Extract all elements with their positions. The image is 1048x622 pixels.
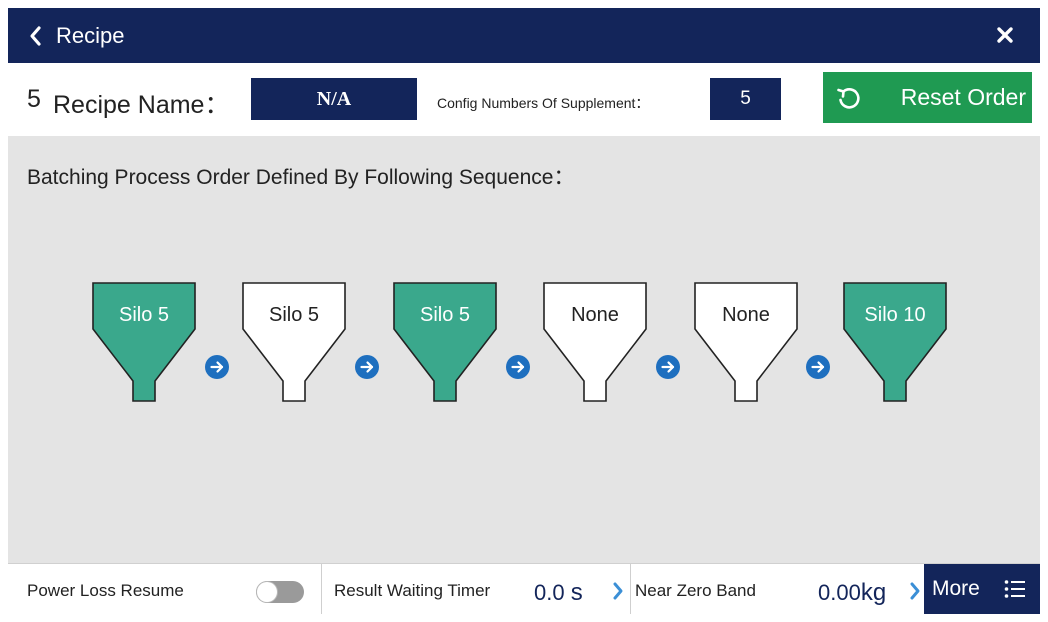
reset-order-button[interactable]: Reset Order [823, 72, 1032, 123]
arrow-right-circle-icon [205, 355, 229, 379]
power-loss-toggle[interactable] [256, 581, 304, 603]
silo-slot-3[interactable]: Silo 5 [393, 282, 497, 402]
silo-label: Silo 10 [864, 304, 926, 326]
near-zero-label: Near Zero Band [635, 581, 756, 600]
silo-label: Silo 5 [268, 304, 320, 326]
divider [321, 564, 322, 614]
arrow-right-circle-icon [656, 355, 680, 379]
silo-slot-4[interactable]: None [543, 282, 647, 402]
near-zero-unit: kg [860, 579, 887, 606]
silo-slot-6[interactable]: Silo 10 [843, 282, 947, 402]
reset-icon [835, 84, 863, 117]
near-zero-number: 0.00 [818, 580, 861, 605]
toggle-knob [257, 582, 277, 602]
list-icon [1004, 579, 1026, 604]
divider [630, 564, 631, 614]
chevron-right-icon[interactable] [612, 581, 624, 601]
back-button[interactable]: Recipe [8, 8, 124, 63]
silo-slot-5[interactable]: None [694, 282, 798, 402]
reset-order-label: Reset Order [900, 84, 1026, 110]
page-title: Recipe [56, 22, 125, 48]
config-supplement-field[interactable]: 5 [710, 78, 781, 120]
result-timer-number: 0.0 [534, 580, 565, 605]
result-timer-value[interactable]: 0.0 s [534, 579, 583, 607]
recipe-name-label: Recipe Name： [53, 91, 230, 119]
silo-slot-2[interactable]: Silo 5 [242, 282, 346, 402]
more-button[interactable]: More [924, 564, 1040, 614]
result-timer-unit: s [570, 579, 583, 606]
section-title: Batching Process Order Defined By Follow… [27, 166, 575, 189]
recipe-name-field[interactable]: N/A [251, 78, 417, 120]
close-icon[interactable] [992, 22, 1018, 48]
more-label: More [932, 577, 980, 600]
sequence-panel: Batching Process Order Defined By Follow… [8, 136, 1040, 563]
recipe-screen: Recipe 5 Recipe Name： N/A Config Numbers… [8, 8, 1040, 614]
chevron-right-icon[interactable] [909, 581, 921, 601]
near-zero-value[interactable]: 0.00kg [818, 579, 886, 607]
chevron-left-icon [28, 25, 42, 47]
arrow-right-circle-icon [806, 355, 830, 379]
power-loss-label: Power Loss Resume [27, 581, 184, 600]
result-timer-label: Result Waiting Timer [334, 581, 491, 600]
silo-label: Silo 5 [419, 304, 471, 326]
header-bar: Recipe [8, 8, 1040, 63]
arrow-right-circle-icon [355, 355, 379, 379]
recipe-number: 5 [27, 85, 41, 113]
silo-slot-1[interactable]: Silo 5 [92, 282, 196, 402]
silo-label: Silo 5 [118, 304, 170, 326]
config-supplement-label: Config Numbers Of Supplement： [437, 95, 650, 111]
recipe-info-bar: 5 Recipe Name： N/A Config Numbers Of Sup… [8, 63, 1040, 136]
arrow-right-circle-icon [506, 355, 530, 379]
config-supplement-value: 5 [740, 88, 751, 109]
silo-label: None [571, 304, 619, 326]
silo-label: None [722, 304, 770, 326]
recipe-name-value: N/A [316, 87, 352, 110]
footer-bar: Power Loss Resume Result Waiting Timer 0… [8, 563, 1040, 614]
